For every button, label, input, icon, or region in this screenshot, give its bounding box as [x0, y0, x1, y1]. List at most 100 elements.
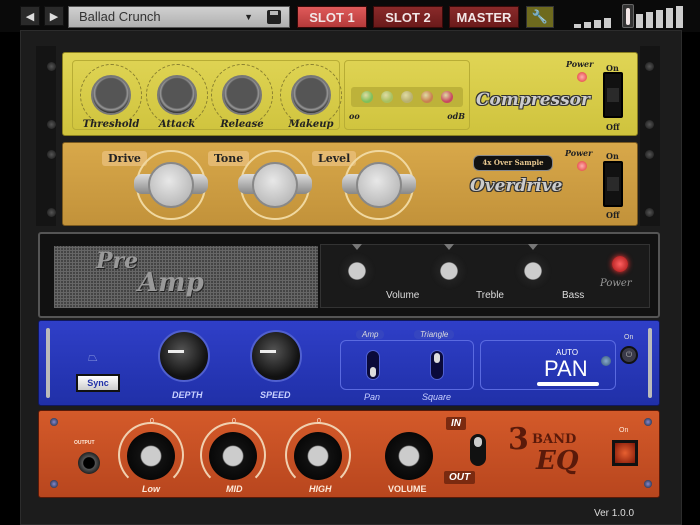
eq-mid-knob[interactable]: [209, 432, 257, 480]
eq-on-label: On: [619, 427, 629, 434]
out-label: OUT: [444, 471, 476, 484]
tab-slot-2[interactable]: SLOT 2: [373, 6, 443, 28]
prev-preset-button[interactable]: ◀: [20, 6, 40, 26]
sync-button[interactable]: Sync: [76, 374, 120, 392]
screw: [47, 150, 56, 159]
level-knob[interactable]: [342, 150, 416, 220]
in-label: IN: [446, 417, 466, 430]
meter-led: [381, 91, 393, 103]
eq-logo-eq: EQ: [536, 446, 579, 476]
volume-bar: [656, 10, 663, 28]
screw: [645, 62, 654, 71]
overdrive-off-label: Off: [606, 210, 620, 220]
preamp-volume-knob[interactable]: [338, 244, 376, 290]
power-icon: ⏻: [625, 350, 633, 359]
depth-knob[interactable]: [158, 330, 210, 382]
meter-led: [421, 91, 433, 103]
preamp-bass-label: Bass: [562, 290, 585, 301]
eq-low-label: Low: [142, 484, 160, 494]
makeup-label: Makeup: [288, 119, 334, 130]
overdrive-title: Overdrive: [470, 176, 563, 196]
eq-power-switch[interactable]: [612, 440, 638, 466]
overdrive-power-switch[interactable]: [603, 161, 623, 207]
amp-pan-toggle[interactable]: [366, 350, 380, 380]
compressor-power-switch[interactable]: [603, 72, 623, 118]
wrench-icon: 🔧: [531, 9, 549, 24]
mode-amp-label: Amp: [356, 330, 385, 339]
meter-max-label: odB: [447, 111, 465, 121]
tone-label: Tone: [208, 151, 250, 166]
volume-bar: [666, 8, 673, 28]
tone-knob[interactable]: [238, 150, 312, 220]
threshold-knob[interactable]: [91, 75, 131, 115]
save-icon[interactable]: [267, 10, 281, 24]
preamp-unit: Pre Amp Volume Treble Bass Power: [38, 232, 660, 318]
wave-triangle-label: Triangle: [414, 330, 455, 339]
eq-bypass-toggle[interactable]: [470, 434, 486, 466]
mode-panel: [340, 340, 474, 390]
master-volume-slider[interactable]: [574, 4, 690, 28]
preamp-title-pre: Pre: [96, 248, 139, 274]
knob-cap: [252, 162, 298, 208]
attack-knob[interactable]: [157, 75, 197, 115]
preamp-power-label: Power: [600, 278, 632, 289]
screw: [645, 208, 654, 217]
screw: [645, 150, 654, 159]
bolt: [644, 480, 652, 488]
preamp-bass-knob[interactable]: [514, 244, 552, 290]
settings-button[interactable]: 🔧: [526, 6, 554, 28]
speed-label: SPEED: [260, 390, 291, 400]
preamp-volume-label: Volume: [386, 290, 420, 301]
bolt: [50, 480, 58, 488]
compressor-off-label: Off: [606, 122, 620, 132]
makeup-knob[interactable]: [291, 75, 331, 115]
eq-high-label: HIGH: [309, 484, 332, 494]
led-strip: [351, 87, 463, 107]
zero-label: 0: [150, 418, 154, 425]
right-rail: [640, 46, 660, 226]
top-bar: ◀ ▶ Ballad Crunch ▼ SLOT 1 SLOT 2 MASTER…: [0, 0, 700, 32]
volume-bar: [604, 18, 611, 28]
overdrive-power-led: [577, 161, 587, 171]
meter-min-label: oo: [349, 111, 360, 121]
eq-high-knob[interactable]: [294, 432, 342, 480]
autopan-power-button[interactable]: ⏻: [620, 346, 638, 364]
volume-bar: [574, 24, 581, 28]
rack-handle: [648, 328, 652, 398]
compressor-title: Compressor: [476, 90, 590, 110]
release-knob[interactable]: [222, 75, 262, 115]
screw: [47, 120, 56, 129]
screw: [645, 120, 654, 129]
preamp-treble-label: Treble: [476, 290, 504, 301]
preamp-treble-knob[interactable]: [430, 244, 468, 290]
volume-bar: [646, 12, 653, 28]
next-preset-button[interactable]: ▶: [44, 6, 64, 26]
dropdown-arrow-icon: ▼: [244, 12, 253, 22]
tab-slot-1[interactable]: SLOT 1: [297, 6, 367, 28]
wave-square-label: Square: [422, 392, 452, 402]
knob-cap: [356, 162, 402, 208]
output-label: Output: [74, 440, 95, 446]
version-label: Ver 1.0.0: [594, 508, 635, 519]
meter-led: [401, 91, 413, 103]
eq-volume-knob[interactable]: [385, 432, 433, 480]
title-underline: [537, 382, 599, 386]
drive-knob[interactable]: [134, 150, 208, 220]
speed-knob[interactable]: [250, 330, 302, 382]
preamp-power-button[interactable]: [612, 256, 628, 272]
screw: [47, 208, 56, 217]
depth-label: DEPTH: [172, 390, 203, 400]
arrow-right-icon: ▶: [49, 10, 59, 23]
output-jack[interactable]: [78, 452, 100, 474]
eq-low-knob[interactable]: [127, 432, 175, 480]
volume-thumb[interactable]: [622, 4, 634, 28]
oversample-badge[interactable]: 4x Over Sample: [473, 155, 553, 171]
screw: [47, 62, 56, 71]
preset-dropdown[interactable]: Ballad Crunch ▼: [68, 6, 290, 28]
triangle-square-toggle[interactable]: [430, 350, 444, 380]
attack-label: Attack: [158, 119, 196, 130]
gain-reduction-meter: oo odB: [344, 60, 470, 130]
rack-handle: [46, 328, 50, 398]
meter-led: [441, 91, 453, 103]
tab-master[interactable]: MASTER: [449, 6, 519, 28]
